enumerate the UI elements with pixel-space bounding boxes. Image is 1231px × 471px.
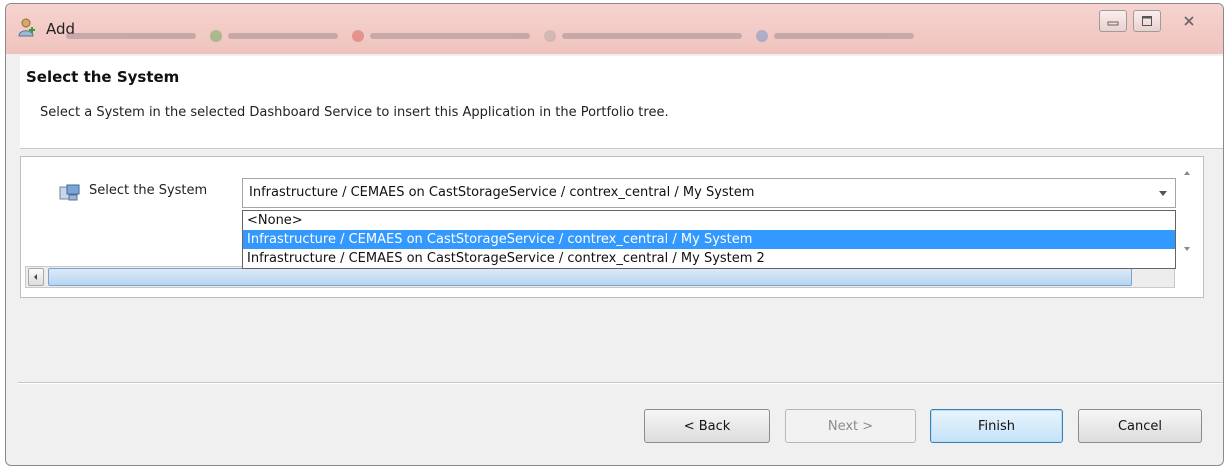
form-panel: Select the System Infrastructure / CEMAE… <box>20 156 1204 298</box>
back-button[interactable]: < Back <box>644 409 770 443</box>
maximize-icon <box>1142 16 1152 26</box>
dropdown-option[interactable]: Infrastructure / CEMAES on CastStorageSe… <box>243 249 1175 268</box>
chevron-up-icon[interactable] <box>1177 165 1197 181</box>
close-icon <box>1184 16 1194 26</box>
select-system-label: Select the System <box>89 183 208 198</box>
dropdown-option-selected[interactable]: Infrastructure / CEMAES on CastStorageSe… <box>243 230 1175 249</box>
horizontal-scrollbar[interactable] <box>25 266 1175 288</box>
add-user-icon <box>18 18 35 37</box>
add-dialog: Add Select the System Select a System in… <box>5 3 1224 466</box>
system-icon <box>59 184 80 201</box>
system-combo[interactable]: Infrastructure / CEMAES on CastStorageSe… <box>242 178 1176 208</box>
title-bar: Add <box>6 4 1223 54</box>
chevron-left-icon <box>34 274 37 280</box>
dropdown-option[interactable]: <None> <box>243 211 1175 230</box>
minimize-button[interactable] <box>1099 10 1127 32</box>
close-button[interactable] <box>1167 10 1211 32</box>
wizard-header: Select the System Select a System in the… <box>20 56 1223 149</box>
vertical-scrollbar[interactable] <box>1177 165 1197 261</box>
page-description: Select a System in the selected Dashboar… <box>40 105 669 120</box>
minimize-icon <box>1107 21 1119 26</box>
next-button[interactable]: Next > <box>785 409 916 443</box>
maximize-button[interactable] <box>1133 10 1161 32</box>
background-toolbar <box>66 28 914 44</box>
chevron-down-icon[interactable] <box>1177 241 1197 257</box>
scroll-thumb[interactable] <box>48 268 1132 286</box>
page-title: Select the System <box>26 68 180 86</box>
combo-selected-value: Infrastructure / CEMAES on CastStorageSe… <box>249 185 755 200</box>
chevron-down-icon[interactable] <box>1159 191 1167 196</box>
button-bar-divider <box>18 382 1223 384</box>
scroll-left-button[interactable] <box>28 268 44 286</box>
cancel-button[interactable]: Cancel <box>1078 409 1202 443</box>
system-dropdown-list: <None> Infrastructure / CEMAES on CastSt… <box>242 210 1176 269</box>
finish-button[interactable]: Finish <box>930 409 1063 443</box>
